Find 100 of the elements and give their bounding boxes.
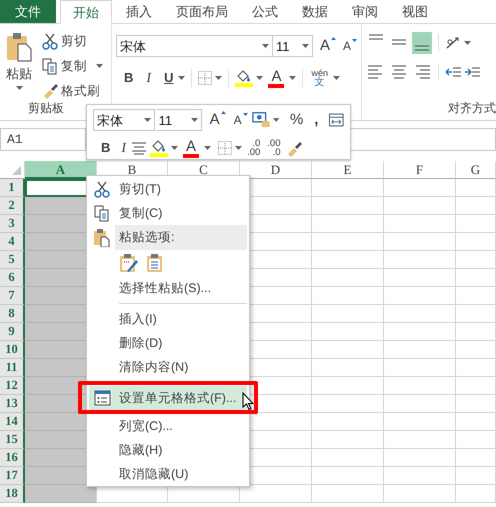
borders-icon[interactable] [198, 71, 212, 85]
fill-color-icon[interactable] [150, 139, 168, 157]
caret-icon[interactable] [262, 44, 269, 48]
caret-icon[interactable] [178, 76, 186, 80]
menu-item[interactable]: 列宽(C)... [89, 414, 247, 438]
grow-font-button[interactable]: A [208, 109, 226, 132]
menu-item[interactable]: 设置单元格格式(F)... [89, 386, 247, 410]
row-header[interactable]: 1 [0, 179, 25, 197]
brush-icon[interactable] [286, 140, 302, 156]
caret-icon[interactable] [332, 76, 340, 80]
row-header[interactable]: 9 [0, 323, 25, 341]
italic-button[interactable]: I [119, 138, 128, 158]
bold-button[interactable]: B [99, 138, 112, 158]
column-header[interactable]: E [312, 161, 384, 179]
row-header[interactable]: 16 [0, 449, 25, 467]
menu-item[interactable]: 删除(D) [89, 331, 247, 355]
bottom-align-icon[interactable] [412, 32, 432, 54]
phonetic-button[interactable]: wén 文 [309, 68, 330, 88]
caret-icon[interactable] [16, 86, 22, 90]
align-center-icon[interactable] [131, 141, 148, 155]
increase-decimal-button[interactable]: .0 .00 [245, 138, 262, 158]
fill-color-icon[interactable] [235, 69, 254, 87]
copy-icon [42, 58, 58, 75]
up-arrow-icon [331, 37, 336, 40]
percent-button[interactable]: % [288, 109, 306, 132]
row-header[interactable]: 15 [0, 431, 25, 449]
brush-icon [42, 82, 58, 100]
underline-button[interactable]: U [162, 68, 176, 88]
menu-item[interactable]: 取消隐藏(U) [89, 462, 247, 486]
row-header[interactable]: 2 [0, 197, 25, 215]
caret-icon[interactable] [171, 146, 178, 150]
font-color-button[interactable]: A [181, 138, 202, 158]
column-header[interactable]: F [384, 161, 456, 179]
copy-icon [94, 204, 110, 222]
caret-icon[interactable] [204, 146, 212, 150]
caret-icon[interactable] [190, 118, 198, 122]
font-select[interactable]: 宋体 [116, 35, 273, 58]
row-header[interactable]: 12 [0, 377, 25, 395]
column-header[interactable]: A [25, 161, 97, 179]
decrease-decimal-button[interactable]: .00 .0 [265, 138, 282, 158]
row-header[interactable]: 4 [0, 233, 25, 251]
menu-item[interactable]: 剪切(T) [89, 177, 247, 201]
row-header[interactable]: 3 [0, 215, 25, 233]
currency-icon[interactable] [252, 111, 272, 130]
scissors-icon [42, 32, 58, 50]
select-all-icon[interactable] [12, 166, 21, 175]
caret-icon[interactable] [256, 76, 264, 80]
row-header[interactable]: 6 [0, 269, 25, 287]
row-header[interactable]: 8 [0, 305, 25, 323]
format-painter-button[interactable]: 格式刷 [40, 82, 105, 100]
clipboard-icon [6, 32, 32, 62]
ribbon-tab[interactable]: 开始 [60, 0, 112, 24]
caret-icon[interactable] [302, 44, 309, 48]
menu-item[interactable]: 清除内容(N) [89, 355, 247, 379]
italic-button[interactable]: I [144, 68, 154, 88]
caret-icon[interactable] [289, 76, 296, 80]
column-width-icon[interactable] [329, 113, 344, 128]
row-header[interactable]: 14 [0, 413, 25, 431]
shrink-font-button[interactable]: A [341, 37, 358, 56]
file-tab[interactable]: 文件 [0, 0, 56, 23]
row-header[interactable]: 13 [0, 395, 25, 413]
caret-icon[interactable] [215, 76, 222, 80]
font-size-select[interactable]: 11 [156, 109, 202, 132]
caret-icon[interactable] [235, 146, 242, 150]
format-cells-icon [94, 390, 110, 406]
menu-item[interactable]: 隐藏(H) [89, 438, 247, 462]
copy-button[interactable]: 复制 [40, 56, 105, 76]
row-header[interactable]: 5 [0, 251, 25, 269]
paste-icon[interactable] [145, 253, 165, 273]
grow-font-button[interactable]: A [318, 35, 336, 58]
caret-icon[interactable] [464, 41, 471, 45]
column-header[interactable]: G [456, 161, 496, 179]
menu-item[interactable]: 选择性粘贴(S)... [89, 276, 247, 300]
row-header[interactable]: 10 [0, 341, 25, 359]
row-header[interactable]: 18 [0, 485, 25, 503]
caret-icon[interactable] [96, 64, 103, 68]
shrink-font-button[interactable]: A [232, 111, 248, 130]
paste-button[interactable]: 粘贴 [4, 28, 34, 90]
menu-item[interactable]: 插入(I) [89, 307, 247, 331]
menu-section-header: 粘贴选项: [115, 225, 247, 250]
scissors-icon [94, 180, 110, 198]
orientation-icon[interactable] [445, 36, 461, 50]
row-header[interactable]: 7 [0, 287, 25, 305]
bold-button[interactable]: B [122, 68, 136, 88]
font-select[interactable]: 宋体 [93, 109, 155, 132]
row-header[interactable]: 17 [0, 467, 25, 485]
menu-item[interactable]: 复制(C) [89, 201, 247, 225]
comma-button[interactable]: , [312, 109, 320, 132]
caret-icon[interactable] [144, 118, 151, 122]
borders-icon[interactable] [218, 141, 232, 155]
decrease-indent-icon[interactable] [445, 65, 461, 79]
font-color-button[interactable]: A [266, 68, 286, 88]
row-header[interactable]: 11 [0, 359, 25, 377]
name-box[interactable]: A1 [0, 128, 86, 151]
font-size-select[interactable]: 11 [272, 35, 313, 58]
clipboard-icon [93, 228, 110, 247]
cut-button[interactable]: 剪切 [40, 32, 105, 51]
paste-formatting-icon[interactable] [119, 253, 139, 273]
caret-icon[interactable] [272, 118, 279, 122]
increase-indent-icon[interactable] [464, 65, 480, 79]
